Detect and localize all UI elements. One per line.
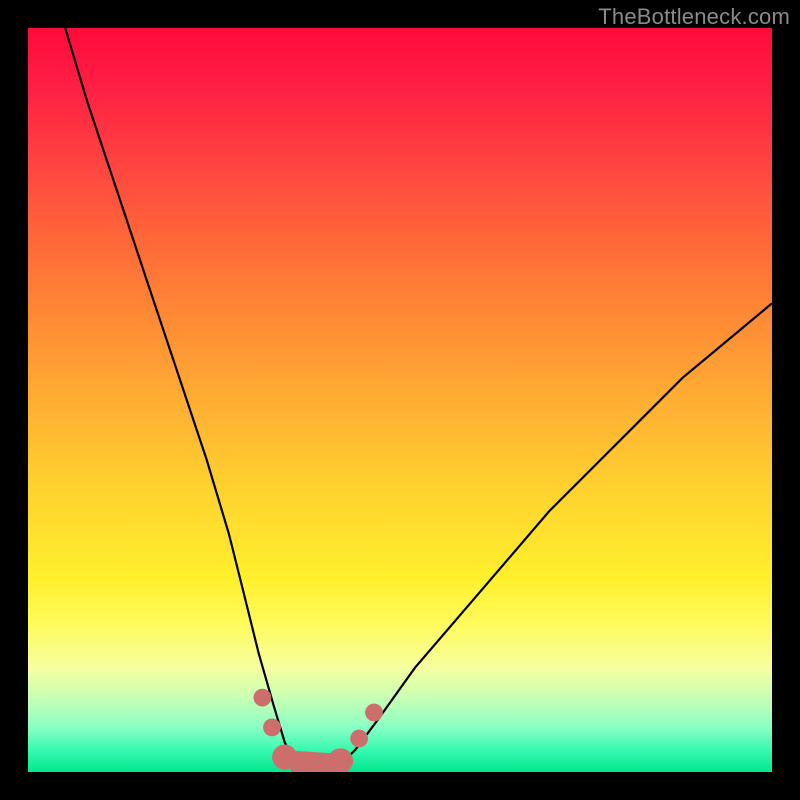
curve-marker — [365, 704, 383, 722]
watermark-text: TheBottleneck.com — [598, 4, 790, 30]
bottleneck-curve — [65, 28, 772, 772]
plot-area — [28, 28, 772, 772]
curve-marker — [350, 730, 368, 748]
curve-marker — [254, 689, 272, 707]
curve-marker — [328, 748, 353, 772]
chart-svg — [28, 28, 772, 772]
curve-marker — [263, 719, 281, 737]
chart-frame: TheBottleneck.com — [0, 0, 800, 800]
